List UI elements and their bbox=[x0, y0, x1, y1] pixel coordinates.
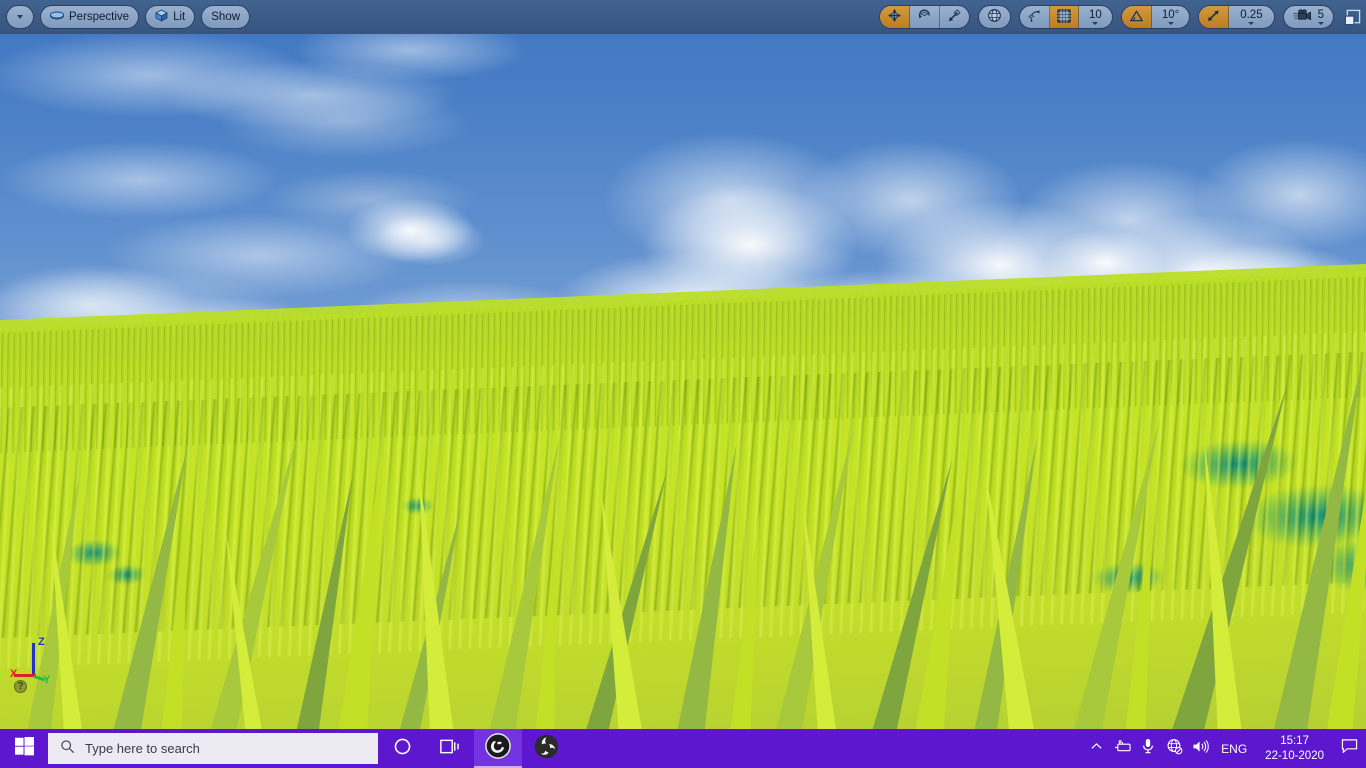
grid-snap-toggle-button[interactable] bbox=[1050, 6, 1080, 28]
show-menu-button[interactable]: Show bbox=[201, 5, 251, 29]
view-mode-button[interactable]: Perspective bbox=[40, 5, 140, 29]
chevron-down-icon bbox=[1248, 22, 1255, 25]
taskbar-app-obs-studio[interactable] bbox=[522, 729, 570, 768]
notification-icon bbox=[1341, 738, 1358, 759]
task-view-icon bbox=[439, 738, 461, 760]
angle-snap-value: 10° bbox=[1161, 9, 1180, 21]
lit-mode-button[interactable]: Lit bbox=[145, 5, 196, 29]
chevron-up-icon bbox=[1090, 740, 1103, 758]
world-globe-icon bbox=[987, 8, 1002, 26]
scale-gizmo-button[interactable] bbox=[940, 6, 969, 28]
microphone-button[interactable] bbox=[1135, 729, 1161, 768]
clock-time: 15:17 bbox=[1280, 735, 1309, 748]
lit-mode-label: Lit bbox=[173, 11, 186, 23]
show-menu-label: Show bbox=[211, 11, 241, 23]
coordinate-system-button[interactable] bbox=[978, 5, 1012, 29]
z-axis-line bbox=[32, 643, 35, 677]
system-tray: ENG 15:17 22-10-2020 bbox=[1083, 729, 1366, 768]
volume-icon bbox=[1192, 739, 1209, 759]
volume-button[interactable] bbox=[1187, 729, 1213, 768]
chevron-down-icon bbox=[1092, 22, 1099, 25]
angle-snap-toggle-button[interactable] bbox=[1121, 6, 1152, 28]
view-mode-label: Perspective bbox=[69, 11, 130, 23]
grid-snap-group: 10 bbox=[1019, 5, 1113, 29]
chevron-down-icon bbox=[1317, 22, 1324, 25]
windows-taskbar: Type here to search ENG 15:17 22-10-2020 bbox=[0, 729, 1366, 768]
surface-snap-icon bbox=[1027, 8, 1042, 26]
translate-gizmo-button[interactable] bbox=[880, 6, 911, 28]
search-placeholder: Type here to search bbox=[85, 741, 200, 756]
grid-snap-icon bbox=[1057, 9, 1071, 26]
scale-snap-toggle-button[interactable] bbox=[1199, 6, 1230, 28]
cortana-icon bbox=[393, 737, 412, 761]
translate-gizmo-icon bbox=[887, 8, 902, 26]
chevron-down-icon bbox=[1167, 22, 1174, 25]
search-icon bbox=[60, 739, 75, 759]
y-axis-label: Y bbox=[43, 674, 51, 686]
movie-camera-icon bbox=[1293, 9, 1312, 25]
viewport-help-icon[interactable]: ? bbox=[14, 680, 27, 693]
rotate-gizmo-button[interactable] bbox=[910, 6, 941, 28]
rotate-gizmo-icon bbox=[917, 8, 932, 26]
transform-gizmo-group bbox=[879, 5, 971, 29]
search-input[interactable]: Type here to search bbox=[48, 733, 378, 764]
scale-snap-icon bbox=[1206, 8, 1221, 26]
viewport-transform-toolbar: 10 10° 0.25 5 bbox=[879, 0, 1362, 34]
z-axis-label: Z bbox=[38, 636, 45, 648]
obs-studio-icon bbox=[534, 734, 559, 764]
chevron-down-icon bbox=[17, 15, 23, 19]
network-button[interactable] bbox=[1161, 729, 1187, 768]
angle-snap-value-button[interactable]: 10° bbox=[1152, 6, 1189, 28]
x-axis-label: X bbox=[10, 668, 18, 680]
screen: Z X Y ? Perspective Lit Show 10 10° 0.25… bbox=[0, 0, 1366, 768]
action-center-button[interactable] bbox=[1334, 729, 1364, 768]
scale-snap-group: 0.25 bbox=[1198, 5, 1275, 29]
camera-speed-value: 5 bbox=[1317, 9, 1324, 21]
unreal-engine-icon bbox=[485, 733, 511, 764]
angle-snap-group: 10° bbox=[1120, 5, 1191, 29]
surface-snap-button[interactable] bbox=[1020, 6, 1051, 28]
removable-media-icon bbox=[1114, 739, 1131, 759]
clock-date: 22-10-2020 bbox=[1265, 749, 1324, 762]
taskbar-app-unreal-engine[interactable] bbox=[474, 729, 522, 768]
windows-logo-icon bbox=[14, 736, 34, 761]
network-disconnected-icon bbox=[1166, 738, 1183, 760]
lit-cube-icon bbox=[155, 9, 168, 25]
tray-overflow-button[interactable] bbox=[1083, 729, 1109, 768]
taskbar-app-cortana[interactable] bbox=[378, 729, 426, 768]
scale-gizmo-icon bbox=[947, 8, 962, 26]
grass-blades-highlight bbox=[0, 330, 1366, 670]
taskbar-app-task-view[interactable] bbox=[426, 729, 474, 768]
microphone-icon bbox=[1141, 738, 1155, 759]
grid-snap-value: 10 bbox=[1089, 9, 1102, 21]
grid-snap-value-button[interactable]: 10 bbox=[1079, 6, 1112, 28]
scale-snap-value: 0.25 bbox=[1240, 9, 1263, 21]
camera-speed-button[interactable]: 5 bbox=[1282, 5, 1334, 29]
viewport-axis-gizmo: Z X Y ? bbox=[8, 635, 66, 693]
perspective-camera-icon bbox=[50, 10, 64, 25]
removable-media-button[interactable] bbox=[1109, 729, 1135, 768]
maximize-viewport-button[interactable] bbox=[1342, 7, 1362, 27]
viewport-options-menu-button[interactable] bbox=[6, 5, 34, 29]
unreal-viewport[interactable]: Z X Y ? Perspective Lit Show 10 10° 0.25… bbox=[0, 0, 1366, 729]
angle-snap-icon bbox=[1129, 9, 1144, 26]
language-indicator[interactable]: ENG bbox=[1213, 742, 1255, 756]
clock[interactable]: 15:17 22-10-2020 bbox=[1255, 734, 1334, 763]
start-button[interactable] bbox=[0, 729, 48, 768]
scale-snap-value-button[interactable]: 0.25 bbox=[1229, 6, 1273, 28]
